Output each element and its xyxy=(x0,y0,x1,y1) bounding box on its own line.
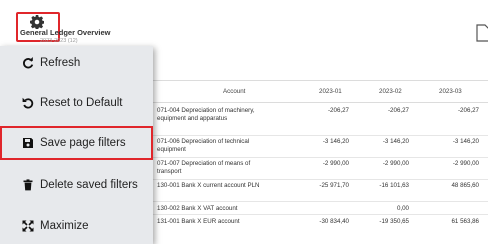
table-row-account: 071-007 Depreciation of means of transpo… xyxy=(157,160,251,175)
table-row-account: 130-001 Bank X current account PLN xyxy=(157,182,260,189)
menu-item-reset-to-default[interactable]: Reset to Default xyxy=(0,86,153,120)
table-cell-value: -3 146,20 xyxy=(322,138,349,145)
widget-title: General Ledger Overview xyxy=(20,28,111,37)
ledger-table: Account 2023-01 2023-02 2023-03 071-004 … xyxy=(153,80,488,244)
row-divider xyxy=(153,201,488,202)
table-cell-value: -3 146,20 xyxy=(452,138,479,145)
table-cell-value: -16 101,63 xyxy=(379,182,409,189)
widget-subtitle: 2023-2023 (12) xyxy=(40,38,78,44)
menu-item-save-page-filters[interactable]: Save page filters xyxy=(0,126,153,160)
table-cell-value: -2 990,00 xyxy=(452,160,479,167)
table-cell-value: 48 865,60 xyxy=(451,182,479,189)
menu-item-label: Refresh xyxy=(40,57,81,69)
row-divider xyxy=(153,214,488,215)
row-divider xyxy=(153,179,488,180)
table-cell-value: -25 971,70 xyxy=(319,182,349,189)
column-header-2023-03[interactable]: 2023-03 xyxy=(439,88,462,95)
table-cell-value: -30 834,40 xyxy=(319,218,349,225)
settings-menu: Refresh Reset to Default Save page filte… xyxy=(0,46,153,244)
menu-item-label: Save page filters xyxy=(40,137,126,149)
gear-icon xyxy=(30,15,44,29)
maximize-icon xyxy=(22,220,34,232)
table-row-account: 131-001 Bank X EUR account xyxy=(157,218,240,225)
table-cell-value: -206,27 xyxy=(458,107,479,114)
table-cell-value: -2 990,00 xyxy=(322,160,349,167)
row-divider xyxy=(153,157,488,158)
menu-item-label: Delete saved filters xyxy=(40,179,138,191)
table-cell-value: 61 563,86 xyxy=(451,218,479,225)
table-cell-value: -2 990,00 xyxy=(382,160,409,167)
row-divider xyxy=(153,135,488,136)
table-cell-value: -19 350,65 xyxy=(379,218,409,225)
table-row-account: 071-006 Depreciation of technical equipm… xyxy=(157,138,250,153)
undo-icon xyxy=(22,97,34,109)
table-cell-value: 0,00 xyxy=(396,205,409,212)
menu-item-label: Maximize xyxy=(40,220,89,232)
refresh-icon xyxy=(23,57,34,69)
menu-item-delete-saved-filters[interactable]: Delete saved filters xyxy=(0,168,153,202)
floppy-disk-icon xyxy=(23,138,33,148)
column-header-2023-02[interactable]: 2023-02 xyxy=(379,88,402,95)
table-cell-value: -206,27 xyxy=(388,107,409,114)
table-row-account: 130-002 Bank X VAT account xyxy=(157,205,238,212)
trash-icon xyxy=(23,179,33,191)
table-cell-value: -206,27 xyxy=(328,107,349,114)
column-header-account[interactable]: Account xyxy=(223,88,245,95)
column-header-2023-01[interactable]: 2023-01 xyxy=(319,88,342,95)
menu-item-refresh[interactable]: Refresh xyxy=(0,46,153,80)
menu-item-maximize[interactable]: Maximize xyxy=(0,209,153,243)
table-header: Account 2023-01 2023-02 2023-03 xyxy=(153,81,488,103)
table-row-account: 071-004 Depreciation of machinery, equip… xyxy=(157,107,255,122)
menu-item-label: Reset to Default xyxy=(40,97,123,109)
document-icon[interactable] xyxy=(476,24,488,42)
table-cell-value: -3 146,20 xyxy=(382,138,409,145)
